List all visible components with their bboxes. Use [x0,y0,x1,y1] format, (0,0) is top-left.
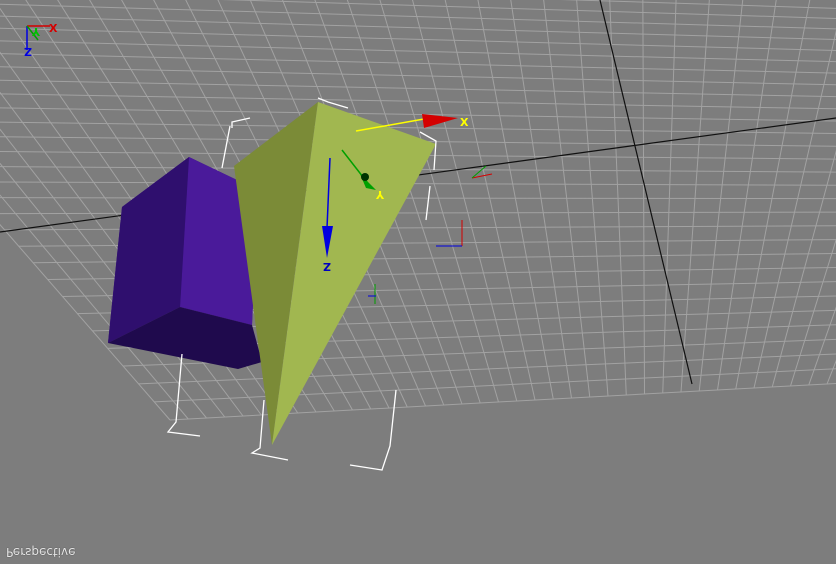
grid-line [642,0,645,395]
grid-line [0,27,836,51]
perspective-viewport[interactable]: X Y Z X Y Z Perspective [0,0,836,564]
viewport-label[interactable]: Perspective [6,545,76,559]
world-axis-x-label: X [49,22,58,35]
grid-line [753,29,836,389]
gizmo-y-label: Y [375,188,385,201]
grid-line [0,197,836,200]
grid-line [412,0,518,402]
world-axis-tripod: X Y Z [24,22,58,58]
grid-line [0,53,836,74]
world-axis-z-label: Z [24,45,32,58]
grid-line [0,181,836,186]
grid-line [0,79,836,98]
grid-line [735,0,811,390]
gizmo-x-arrow[interactable] [422,114,458,128]
grid-line [510,0,572,399]
grid-line [0,66,836,86]
grid-line [154,368,836,403]
grid-line [808,306,836,386]
viewport-scene[interactable]: X Y Z X Y Z [0,0,836,564]
gizmo-x-label: X [460,116,469,129]
grid-line [477,0,554,400]
grid-line [0,107,836,122]
grid-line [826,359,836,385]
gizmo-pivot[interactable] [361,173,369,181]
grid-line [609,0,627,396]
world-axis-y-label: Y [31,25,41,38]
gizmo-z-label: Z [323,260,331,273]
grid-line [771,149,836,388]
object-pivot-tripod-3 [368,284,376,304]
grid-line [662,0,677,394]
